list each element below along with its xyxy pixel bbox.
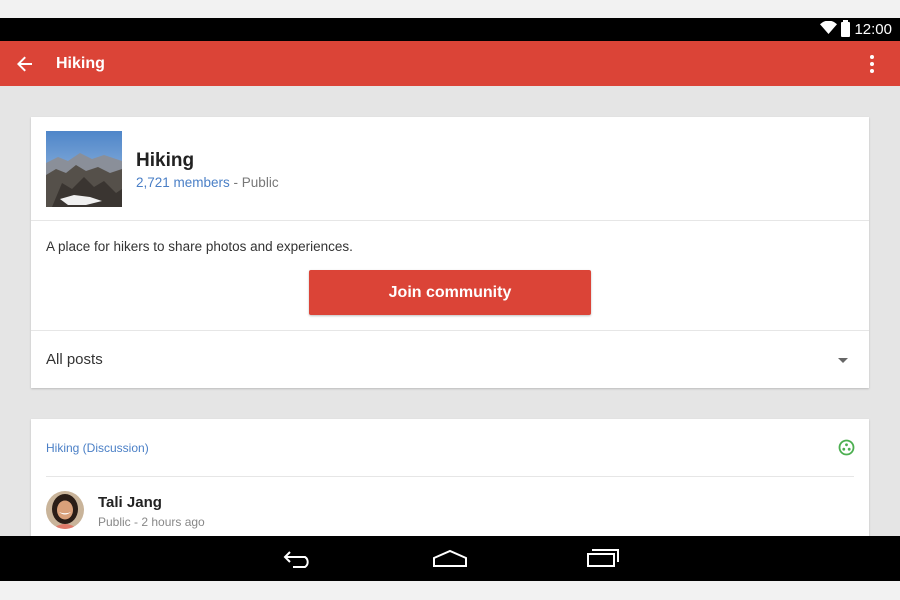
members-link[interactable]: 2,721 members bbox=[136, 175, 230, 190]
more-vert-dot bbox=[870, 69, 874, 73]
nav-back-icon bbox=[283, 551, 309, 568]
join-community-button[interactable]: Join community bbox=[309, 270, 591, 315]
avatar[interactable] bbox=[46, 491, 84, 529]
device-screen: 12:00 Hiking Hiking 2,721 members - Publ… bbox=[0, 18, 900, 581]
app-bar: Hiking bbox=[0, 41, 900, 86]
post-community-link[interactable]: Hiking (Discussion) bbox=[46, 441, 149, 455]
author-photo-icon bbox=[46, 491, 84, 529]
posts-filter-dropdown[interactable]: All posts bbox=[31, 330, 869, 388]
more-options-button[interactable] bbox=[862, 53, 882, 75]
community-photo[interactable] bbox=[46, 131, 122, 207]
nav-recents-icon bbox=[587, 549, 619, 567]
arrow-back-icon bbox=[17, 56, 32, 72]
navigation-bar bbox=[0, 536, 900, 581]
post-author[interactable]: Tali Jang bbox=[98, 494, 162, 511]
community-name: Hiking bbox=[136, 150, 195, 171]
back-button[interactable] bbox=[12, 51, 38, 77]
status-bar: 12:00 bbox=[0, 18, 900, 41]
community-meta: 2,721 members - Public bbox=[136, 175, 279, 190]
nav-home-icon bbox=[433, 549, 467, 567]
mountain-photo-icon bbox=[46, 131, 122, 207]
page-title: Hiking bbox=[56, 55, 105, 72]
community-description: A place for hikers to share photos and e… bbox=[46, 239, 353, 254]
dropdown-arrow-icon bbox=[838, 358, 848, 363]
meta-separator: - bbox=[229, 175, 242, 190]
nav-home-button[interactable] bbox=[430, 545, 470, 571]
filter-label: All posts bbox=[46, 351, 103, 368]
community-circle-icon bbox=[838, 439, 855, 456]
battery-icon bbox=[841, 20, 851, 37]
post-meta: Public - 2 hours ago bbox=[98, 515, 205, 529]
community-card: Hiking 2,721 members - Public A place fo… bbox=[31, 117, 869, 388]
community-header: Hiking 2,721 members - Public bbox=[31, 117, 869, 221]
more-vert-dot bbox=[870, 62, 874, 66]
status-time: 12:00 bbox=[854, 21, 892, 38]
visibility-label: Public bbox=[241, 175, 279, 190]
status-icons: 12:00 bbox=[820, 20, 892, 39]
post-divider bbox=[46, 476, 854, 477]
nav-recents-button[interactable] bbox=[582, 545, 622, 571]
more-vert-icon bbox=[870, 55, 874, 59]
nav-back-button[interactable] bbox=[278, 545, 318, 571]
wifi-icon bbox=[820, 20, 838, 38]
